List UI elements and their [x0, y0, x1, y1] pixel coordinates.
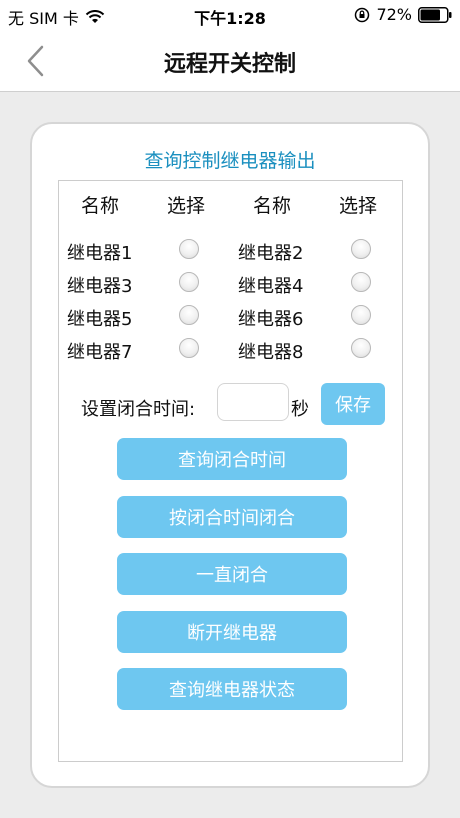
relay-2-label: 继电器2 — [238, 243, 304, 264]
rotation-lock-icon — [355, 7, 370, 22]
header-name-1: 名称 — [81, 195, 120, 217]
save-button[interactable]: 保存 — [321, 383, 385, 425]
close-by-time-button[interactable]: 按闭合时间闭合 — [117, 496, 347, 538]
close-time-input[interactable] — [217, 383, 289, 421]
relay-1-radio[interactable] — [179, 239, 199, 259]
header-select-2: 选择 — [339, 195, 378, 217]
header-select-1: 选择 — [167, 195, 206, 217]
relay-3-label: 继电器3 — [67, 276, 133, 297]
relay-7-radio[interactable] — [179, 338, 199, 358]
relay-4-radio[interactable] — [351, 272, 371, 292]
query-relay-status-button[interactable]: 查询继电器状态 — [117, 668, 347, 710]
relay-8-label: 继电器8 — [238, 342, 304, 363]
relay-7-label: 继电器7 — [67, 342, 133, 363]
battery-percent: 72% — [376, 5, 412, 24]
relay-3-radio[interactable] — [179, 272, 199, 292]
page-title: 远程开关控制 — [163, 52, 296, 77]
header-name-2: 名称 — [253, 195, 292, 217]
relay-5-label: 继电器5 — [67, 309, 133, 330]
query-close-time-button[interactable]: 查询闭合时间 — [117, 438, 347, 480]
seconds-unit-label: 秒 — [291, 399, 309, 420]
relay-1-label: 继电器1 — [67, 243, 133, 264]
relay-6-radio[interactable] — [351, 305, 371, 325]
battery-icon — [418, 6, 452, 23]
relay-control-card: 查询控制继电器输出 名称 选择 名称 选择 继电器1 继电器2 继电器3 继电器… — [30, 122, 430, 788]
navigation-bar: 远程开关控制 — [0, 30, 460, 92]
relay-8-radio[interactable] — [351, 338, 371, 358]
relay-4-label: 继电器4 — [238, 276, 304, 297]
relay-panel: 名称 选择 名称 选择 继电器1 继电器2 继电器3 继电器4 继电器5 继电器… — [58, 180, 403, 762]
disconnect-relay-button[interactable]: 断开继电器 — [117, 611, 347, 653]
relay-6-label: 继电器6 — [238, 309, 304, 330]
close-time-label: 设置闭合时间: — [81, 399, 196, 420]
card-title: 查询控制继电器输出 — [144, 150, 316, 172]
status-bar: 无 SIM 卡 下午1:28 72% — [0, 0, 460, 30]
status-right: 72% — [354, 5, 452, 24]
relay-5-radio[interactable] — [179, 305, 199, 325]
always-close-button[interactable]: 一直闭合 — [117, 553, 347, 595]
relay-2-radio[interactable] — [351, 239, 371, 259]
